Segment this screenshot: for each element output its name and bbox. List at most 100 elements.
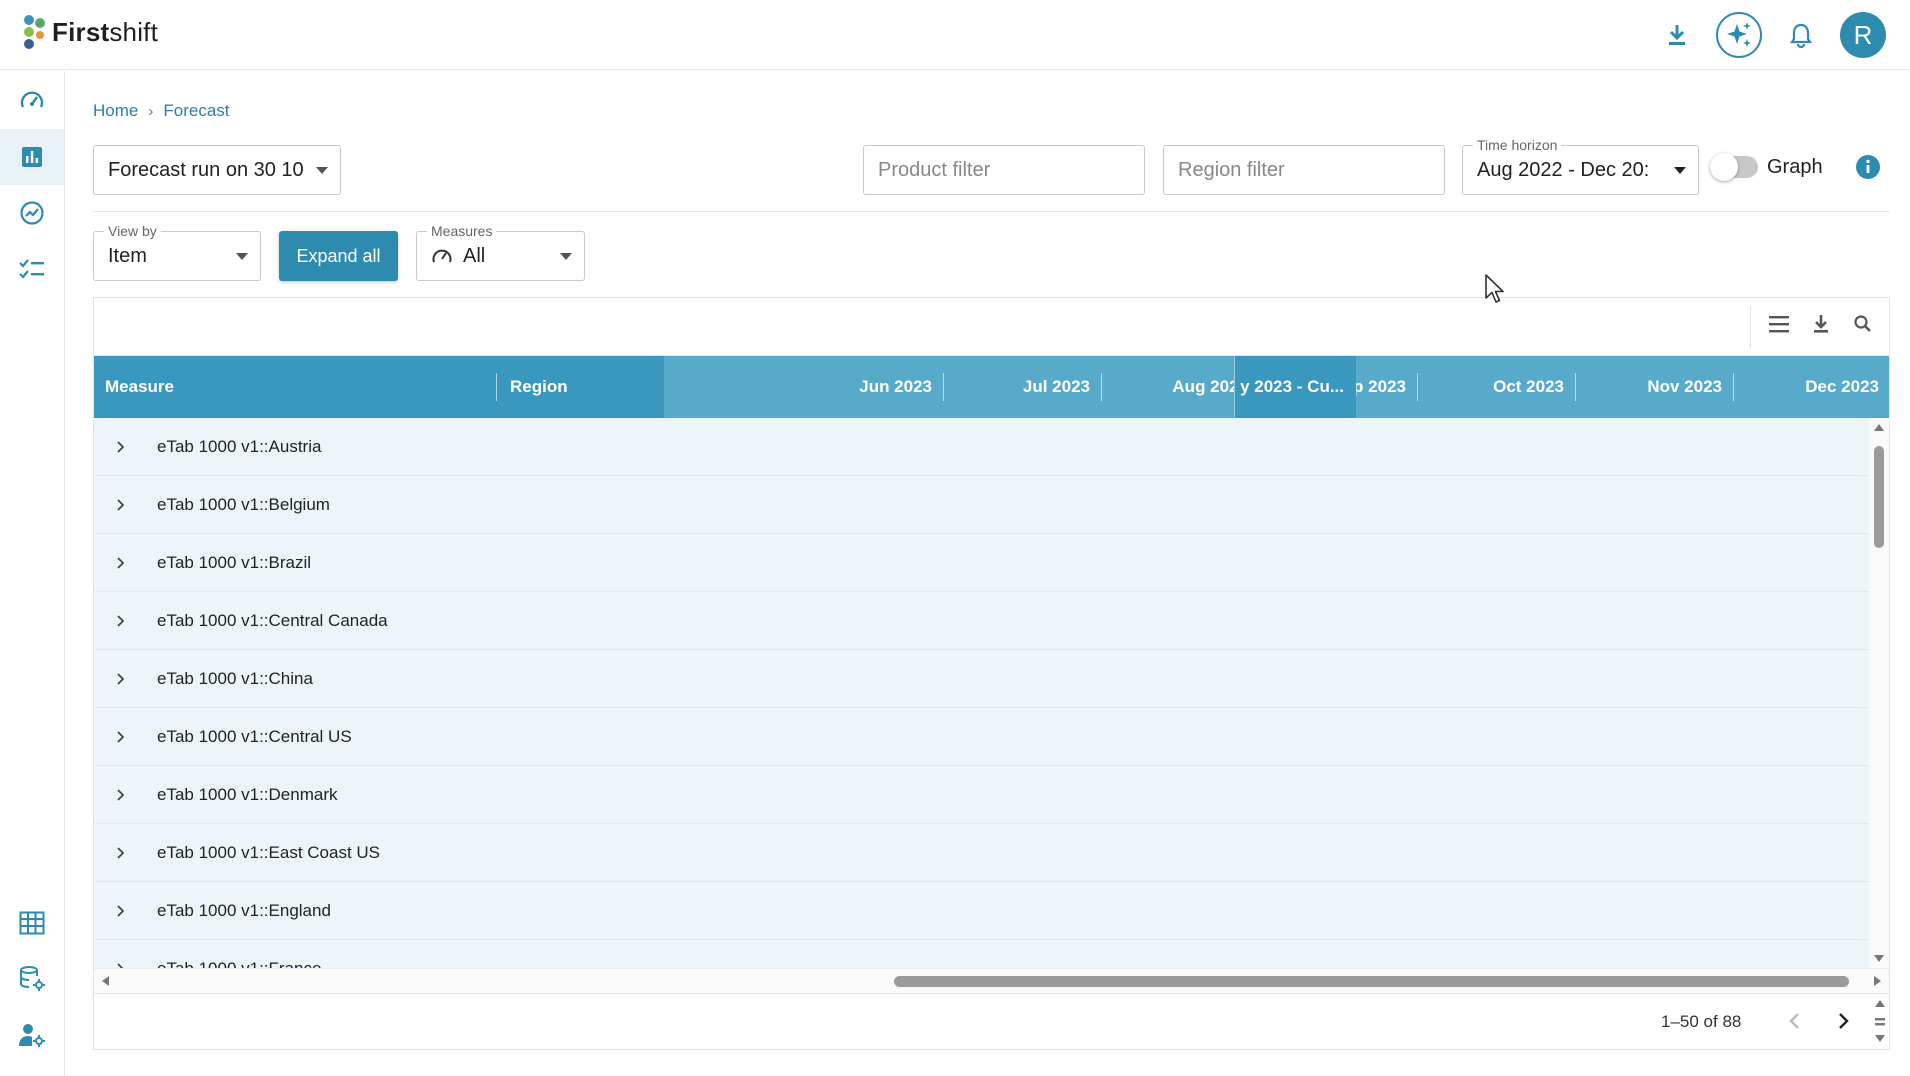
chevron-right-icon[interactable] bbox=[116, 556, 126, 570]
column-header-month[interactable]: Jul 2023 bbox=[944, 356, 1102, 418]
toggle-knob bbox=[1710, 153, 1738, 181]
chevron-right-icon[interactable] bbox=[116, 846, 126, 860]
brand-name: Firstshift bbox=[52, 16, 159, 47]
checklist-icon bbox=[19, 259, 44, 279]
sidebar-item-dashboard[interactable] bbox=[0, 73, 64, 129]
column-header-pinned[interactable]: y 2023 - Cu... bbox=[1234, 356, 1356, 418]
database-settings-icon bbox=[20, 966, 45, 991]
table-row[interactable]: eTab 1000 v1::England bbox=[94, 882, 1869, 940]
sidebar-item-data-settings[interactable] bbox=[0, 951, 64, 1007]
column-header-measure[interactable]: Measure bbox=[94, 356, 497, 418]
row-label: eTab 1000 v1::England bbox=[157, 900, 331, 920]
grid-body: eTab 1000 v1::Austria eTab 1000 v1::Belg… bbox=[94, 418, 1869, 968]
forecast-run-select[interactable]: Forecast run on 30 10 bbox=[93, 145, 341, 195]
grid-header: Measure Region Jun 2023 Jul 2023 Aug 202… bbox=[94, 356, 1889, 418]
column-header-month[interactable]: Nov 2023 bbox=[1576, 356, 1734, 418]
ai-sparkle-icon bbox=[1727, 22, 1751, 47]
scroll-down-icon[interactable] bbox=[1873, 954, 1885, 964]
sidebar-item-trends[interactable] bbox=[0, 185, 64, 241]
grid-search-icon[interactable] bbox=[1849, 312, 1877, 336]
table-row[interactable]: eTab 1000 v1::China bbox=[94, 650, 1869, 708]
grid-download-icon[interactable] bbox=[1807, 312, 1835, 336]
horizontal-scroll-thumb[interactable] bbox=[894, 976, 1849, 987]
breadcrumb: Home › Forecast bbox=[93, 101, 230, 121]
app-logo[interactable]: Firstshift bbox=[22, 14, 158, 50]
chevron-right-icon[interactable] bbox=[116, 498, 126, 512]
region-filter-input[interactable]: Region filter bbox=[1163, 145, 1445, 195]
row-label: eTab 1000 v1::Central US bbox=[157, 726, 352, 746]
download-icon[interactable] bbox=[1660, 18, 1694, 52]
building-icon bbox=[19, 911, 45, 935]
row-label: eTab 1000 v1::Austria bbox=[157, 436, 322, 456]
user-avatar[interactable]: R bbox=[1840, 12, 1886, 58]
row-label: eTab 1000 v1::Belgium bbox=[157, 494, 330, 514]
chevron-down-icon bbox=[1674, 167, 1686, 174]
chevron-right-icon[interactable] bbox=[116, 440, 126, 454]
region-filter-placeholder: Region filter bbox=[1178, 158, 1285, 181]
row-label: eTab 1000 v1::France bbox=[157, 958, 322, 969]
scroll-right-icon[interactable] bbox=[1873, 975, 1883, 987]
scroll-up-icon[interactable] bbox=[1873, 422, 1885, 432]
chevron-down-icon bbox=[236, 253, 248, 260]
chevron-right-icon[interactable] bbox=[116, 788, 126, 802]
gauge-icon bbox=[432, 249, 452, 263]
time-horizon-select[interactable]: Time horizon Aug 2022 - Dec 20: bbox=[1462, 137, 1699, 195]
measures-label: Measures bbox=[427, 223, 497, 239]
footer-scroll-icon[interactable] bbox=[1873, 998, 1887, 1044]
sidebar-item-tasks[interactable] bbox=[0, 241, 64, 297]
sidebar bbox=[0, 71, 65, 1076]
table-row[interactable]: eTab 1000 v1::Denmark bbox=[94, 766, 1869, 824]
table-row[interactable]: eTab 1000 v1::Central US bbox=[94, 708, 1869, 766]
logo-mark-icon bbox=[24, 15, 45, 49]
table-row[interactable]: eTab 1000 v1::Austria bbox=[94, 418, 1869, 476]
measures-select[interactable]: Measures All bbox=[416, 223, 585, 281]
vertical-scrollbar[interactable] bbox=[1869, 418, 1889, 968]
forecast-grid: Measure Region Jun 2023 Jul 2023 Aug 202… bbox=[93, 297, 1890, 1050]
chevron-right-icon[interactable] bbox=[1832, 1010, 1854, 1032]
chevron-down-icon bbox=[560, 253, 572, 260]
column-header-month[interactable]: Jun 2023 bbox=[786, 356, 944, 418]
info-icon[interactable] bbox=[1855, 154, 1881, 180]
sidebar-item-user-settings[interactable] bbox=[0, 1007, 64, 1063]
breadcrumb-current[interactable]: Forecast bbox=[163, 101, 229, 121]
column-header-month[interactable]: Oct 2023 bbox=[1418, 356, 1576, 418]
view-by-select[interactable]: View by Item bbox=[93, 223, 261, 281]
table-row[interactable]: eTab 1000 v1::Brazil bbox=[94, 534, 1869, 592]
vertical-scroll-thumb[interactable] bbox=[1874, 446, 1884, 548]
measures-value: All bbox=[463, 244, 486, 267]
graph-label: Graph bbox=[1767, 156, 1823, 178]
graph-toggle[interactable] bbox=[1710, 153, 1758, 181]
chevron-right-icon[interactable] bbox=[116, 730, 126, 744]
expand-all-button[interactable]: Expand all bbox=[279, 231, 398, 281]
scroll-left-icon[interactable] bbox=[100, 975, 110, 987]
chevron-left-icon[interactable] bbox=[1784, 1010, 1806, 1032]
table-row[interactable]: eTab 1000 v1::Central Canada bbox=[94, 592, 1869, 650]
table-row[interactable]: eTab 1000 v1::France bbox=[94, 940, 1869, 968]
time-horizon-label: Time horizon bbox=[1473, 137, 1562, 153]
column-header-month[interactable]: Dec 2023 bbox=[1734, 356, 1889, 418]
row-label: eTab 1000 v1::Central Canada bbox=[157, 610, 388, 630]
product-filter-placeholder: Product filter bbox=[878, 158, 991, 181]
horizontal-scrollbar[interactable] bbox=[94, 968, 1889, 992]
sidebar-item-forecast[interactable] bbox=[0, 129, 64, 185]
mouse-cursor-icon bbox=[1485, 274, 1504, 303]
row-label: eTab 1000 v1::Denmark bbox=[157, 784, 338, 804]
table-row[interactable]: eTab 1000 v1::Belgium bbox=[94, 476, 1869, 534]
sidebar-item-organization[interactable] bbox=[0, 895, 64, 951]
columns-menu-icon[interactable] bbox=[1765, 312, 1793, 336]
view-by-label: View by bbox=[104, 223, 161, 239]
chevron-right-icon[interactable] bbox=[116, 672, 126, 686]
product-filter-input[interactable]: Product filter bbox=[863, 145, 1145, 195]
bar-chart-icon bbox=[22, 147, 42, 167]
pagination-label: 1–50 of 88 bbox=[1661, 1012, 1742, 1031]
chevron-right-icon[interactable] bbox=[116, 614, 126, 628]
column-header-region[interactable]: Region bbox=[497, 356, 664, 418]
ai-assistant-button[interactable] bbox=[1716, 12, 1762, 58]
table-row[interactable]: eTab 1000 v1::East Coast US bbox=[94, 824, 1869, 882]
user-settings-icon bbox=[19, 1024, 45, 1047]
bell-icon[interactable] bbox=[1784, 18, 1818, 52]
view-by-value: Item bbox=[108, 244, 147, 267]
chevron-right-icon[interactable] bbox=[116, 904, 126, 918]
toolbar-divider bbox=[1750, 306, 1751, 348]
breadcrumb-home[interactable]: Home bbox=[93, 101, 138, 121]
